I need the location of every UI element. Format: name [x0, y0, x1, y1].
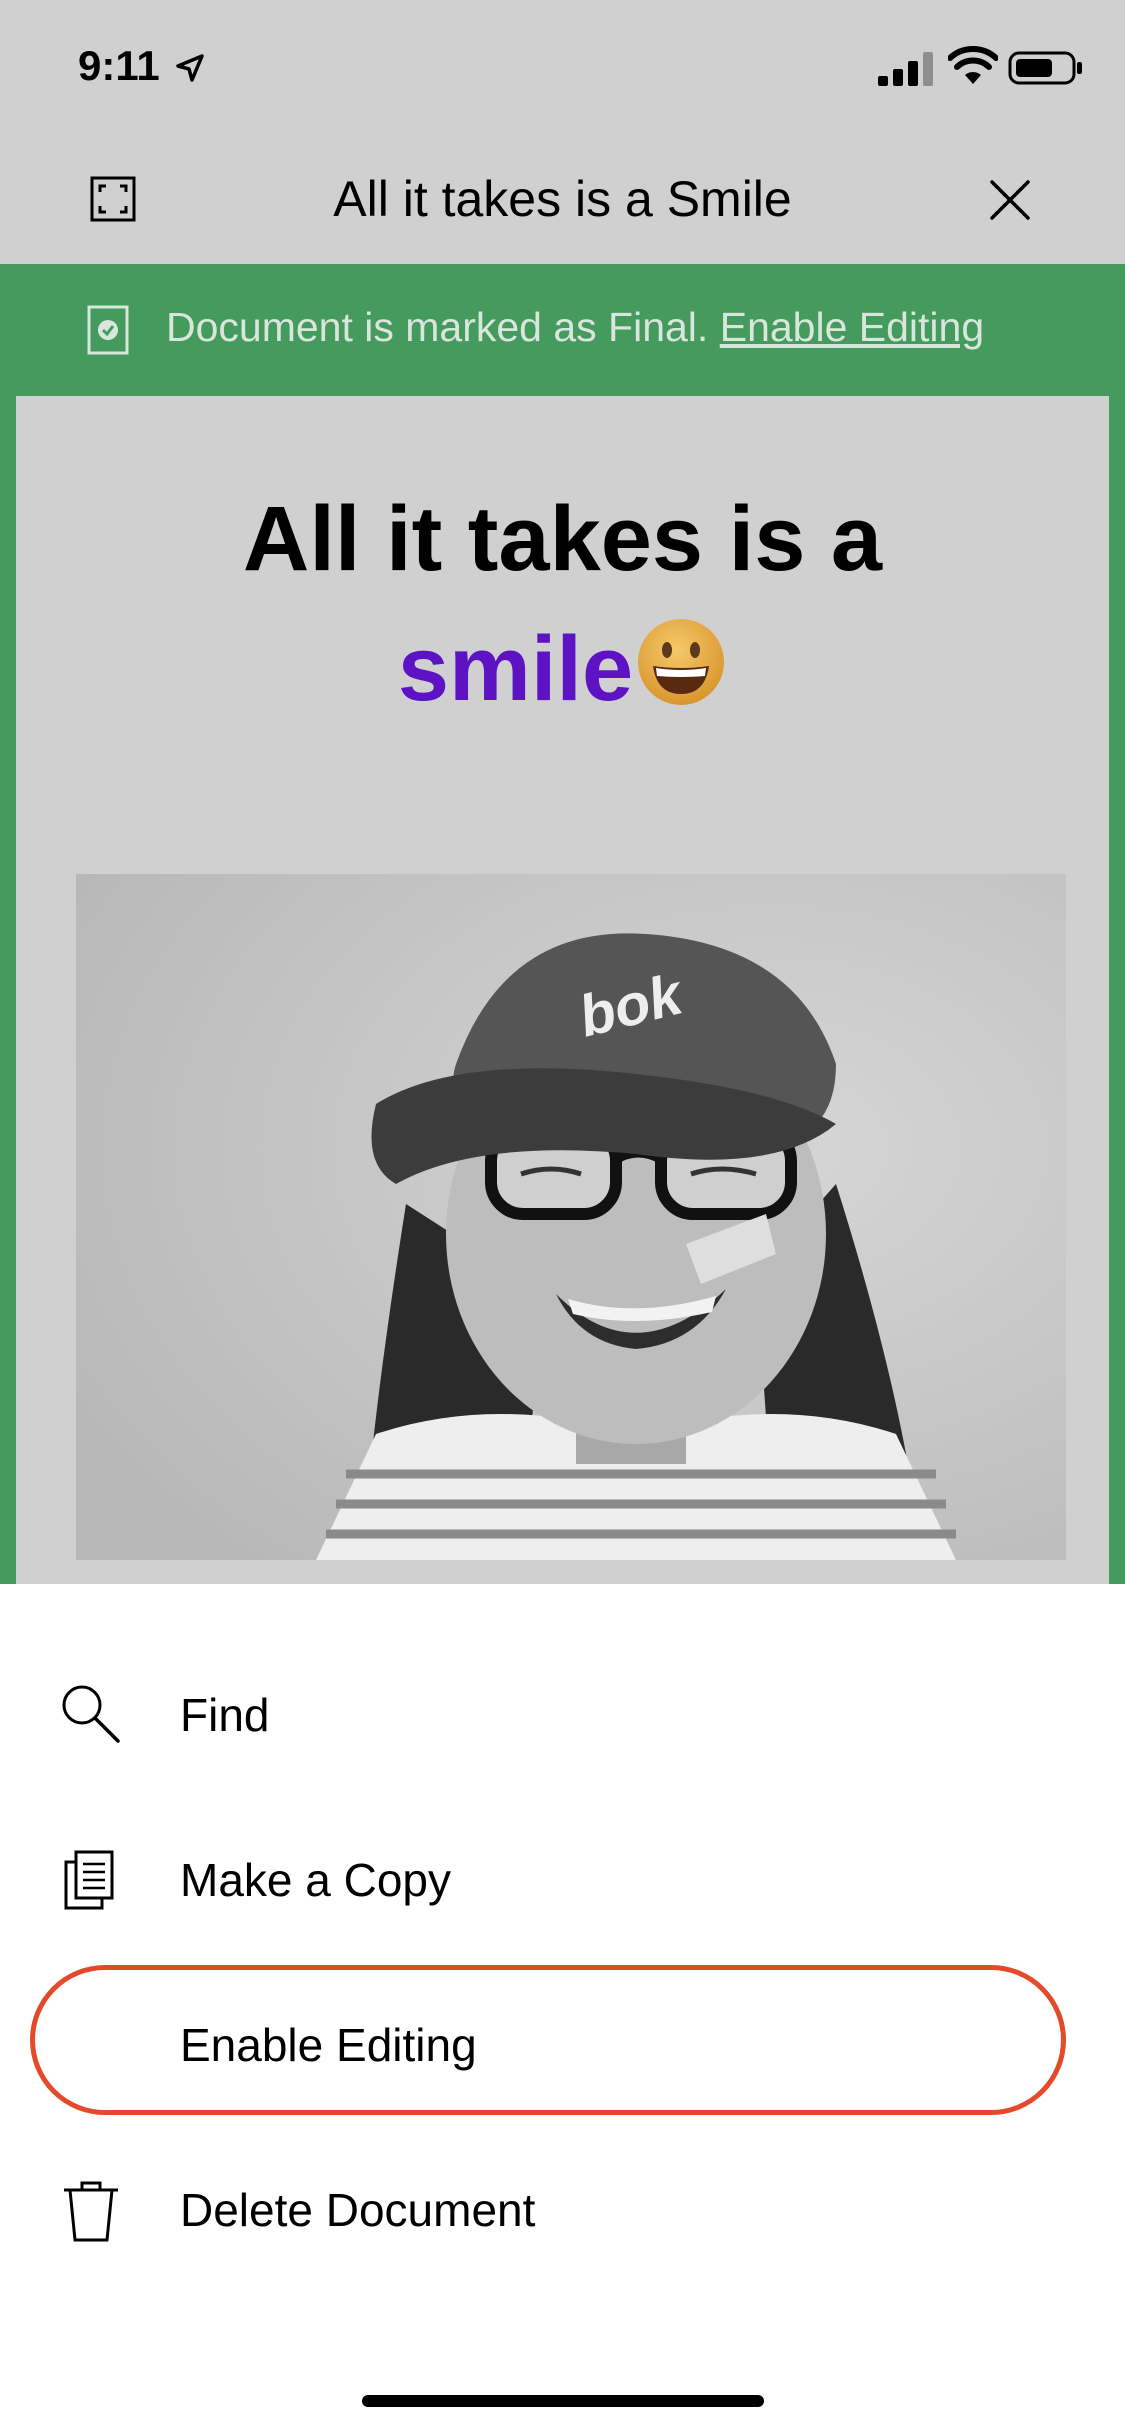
- cellular-signal-icon: [878, 52, 933, 86]
- delete-document-label: Delete Document: [180, 2184, 536, 2236]
- final-banner-text: Document is marked as Final. Enable Edit…: [166, 304, 984, 351]
- document-heading: All it takes is a smile: [16, 474, 1109, 734]
- close-icon[interactable]: [986, 176, 1034, 224]
- delete-document-menu-item[interactable]: Delete Document: [0, 2131, 1125, 2281]
- heading-line-1: All it takes is a: [242, 488, 883, 590]
- enable-editing-menu-item[interactable]: Enable Editing: [0, 1966, 1125, 2116]
- battery-icon: [1008, 51, 1082, 85]
- home-indicator[interactable]: [362, 2395, 764, 2407]
- find-label: Find: [180, 1689, 270, 1741]
- document-frame: All it takes is a smile bok: [0, 396, 1125, 1584]
- wifi-icon: [948, 46, 998, 84]
- trash-icon: [64, 2181, 118, 2242]
- navbar: All it takes is a Smile: [0, 132, 1125, 264]
- document-page: All it takes is a smile bok: [16, 396, 1109, 1584]
- final-banner-message: Document is marked as Final.: [166, 304, 709, 350]
- document-check-icon: [87, 305, 129, 355]
- document-photo: bok: [76, 874, 1066, 1560]
- search-icon: [62, 1685, 120, 1743]
- photo-smiling-girl: bok: [76, 874, 1066, 1560]
- document-title: All it takes is a Smile: [333, 171, 792, 227]
- final-banner: Document is marked as Final. Enable Edit…: [0, 264, 1125, 396]
- make-a-copy-label: Make a Copy: [180, 1854, 452, 1906]
- status-time: 9:11: [78, 42, 160, 89]
- status-bar: 9:11: [0, 0, 1125, 132]
- grinning-face-emoji: [638, 619, 725, 705]
- find-menu-item[interactable]: Find: [0, 1636, 1125, 1786]
- enable-editing-label: Enable Editing: [180, 2019, 477, 2071]
- enable-editing-link[interactable]: Enable Editing: [720, 304, 984, 350]
- location-arrow-icon: [176, 54, 204, 82]
- make-a-copy-menu-item[interactable]: Make a Copy: [0, 1801, 1125, 1951]
- heading-accent-word: smile: [397, 618, 634, 720]
- copy-icon: [64, 1850, 114, 1910]
